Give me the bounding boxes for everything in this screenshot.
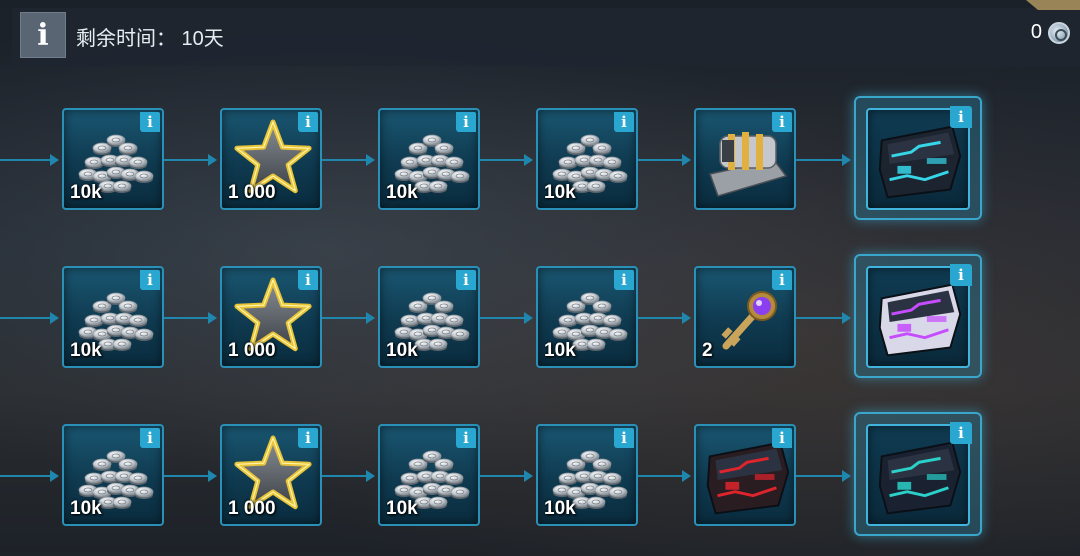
reward-tile[interactable]: i2 [694,266,796,368]
time-remaining-label: 剩余时间： 10天 [76,28,224,50]
info-icon[interactable]: i [950,106,972,128]
reward-tile[interactable]: i 1 000 [220,108,322,210]
currency-display: 0 [1031,21,1070,44]
track-connector [322,159,366,161]
arrow-right-icon [842,470,851,482]
info-icon[interactable]: i [614,270,634,290]
reward-quantity: 10k [70,498,102,519]
reward-quantity: 1 000 [228,498,276,519]
reward-tile[interactable]: i 10k [378,266,480,368]
arrow-right-icon [50,470,59,482]
reward-quantity: 10k [70,182,102,203]
final-reward-frame[interactable]: i [854,254,982,378]
gear-coin-icon [1048,21,1070,44]
info-icon[interactable]: i [772,270,792,290]
reward-tile[interactable]: i 10k [62,266,164,368]
arrow-right-icon [842,312,851,324]
track-connector [0,317,50,319]
reward-tile[interactable]: i 10k [378,424,480,526]
info-icon[interactable]: i [456,112,476,132]
reward-quantity: 10k [70,340,102,361]
track-connector [796,159,842,161]
info-icon[interactable]: i [772,112,792,132]
info-icon[interactable]: i [20,12,66,58]
track-connector [480,475,524,477]
info-icon[interactable]: i [772,428,792,448]
arrow-right-icon [50,312,59,324]
reward-quantity: 10k [544,182,576,203]
track-connector [164,475,208,477]
arrow-right-icon [366,154,375,166]
track-connector [0,475,50,477]
track-connector [322,317,366,319]
arrow-right-icon [682,312,691,324]
final-reward-frame[interactable]: i [854,412,982,536]
track-connector [796,317,842,319]
track-connector [796,475,842,477]
reward-track-row: i 10k i 1 000 i 10k i 10k i i [0,412,1080,536]
track-connector [638,475,682,477]
reward-quantity: 10k [386,182,418,203]
info-icon[interactable]: i [298,270,318,290]
reward-tile[interactable]: i [694,108,796,210]
reward-tile[interactable]: i 10k [62,424,164,526]
info-icon[interactable]: i [140,112,160,132]
reward-tile[interactable]: i 1 000 [220,266,322,368]
track-connector [638,159,682,161]
arrow-right-icon [208,312,217,324]
arrow-right-icon [842,154,851,166]
info-icon[interactable]: i [456,428,476,448]
track-connector [164,159,208,161]
arrow-right-icon [524,312,533,324]
info-icon[interactable]: i [614,428,634,448]
reward-quantity: 1 000 [228,182,276,203]
info-icon[interactable]: i [298,112,318,132]
arrow-right-icon [208,470,217,482]
info-icon[interactable]: i [456,270,476,290]
top-bar: i 剩余时间： 10天 0 [12,8,1080,66]
reward-tile[interactable]: i [694,424,796,526]
arrow-right-icon [524,470,533,482]
info-icon[interactable]: i [950,264,972,286]
track-connector [164,317,208,319]
reward-tile[interactable]: i 1 000 [220,424,322,526]
arrow-right-icon [366,470,375,482]
track-connector [480,317,524,319]
final-reward-frame[interactable]: i [854,96,982,220]
currency-value: 0 [1030,21,1042,43]
reward-track-row: i 10k i 1 000 i 10k i 10k i i [0,96,1080,220]
track-connector [322,475,366,477]
info-icon[interactable]: i [614,112,634,132]
track-connector [0,159,50,161]
reward-tile[interactable]: i 10k [378,108,480,210]
reward-track-row: i 10k i1 000 i 10k i 10k i2 i [0,254,1080,378]
arrow-right-icon [682,154,691,166]
reward-quantity: 10k [544,498,576,519]
info-icon[interactable]: i [140,270,160,290]
arrow-right-icon [208,154,217,166]
info-icon[interactable]: i [298,428,318,448]
arrow-right-icon [524,154,533,166]
arrow-right-icon [50,154,59,166]
reward-tile[interactable]: i 10k [536,266,638,368]
track-connector [480,159,524,161]
reward-tile[interactable]: i 10k [62,108,164,210]
track-connector [638,317,682,319]
reward-tile[interactable]: i 10k [536,108,638,210]
reward-quantity: 10k [386,498,418,519]
reward-quantity: 2 [702,340,713,361]
arrow-right-icon [682,470,691,482]
info-icon[interactable]: i [140,428,160,448]
arrow-right-icon [366,312,375,324]
reward-quantity: 10k [544,340,576,361]
reward-quantity: 10k [386,340,418,361]
reward-quantity: 1 000 [228,340,276,361]
info-icon[interactable]: i [950,422,972,444]
reward-tile[interactable]: i 10k [536,424,638,526]
